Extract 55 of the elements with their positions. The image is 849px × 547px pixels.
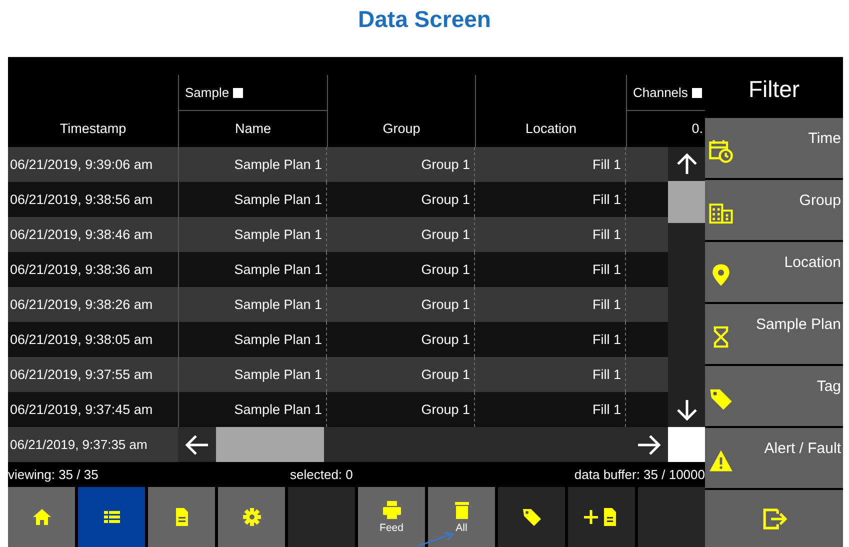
column-group-header: Sample [185,85,230,100]
expand-icon [233,88,244,98]
table-cell-text: 06/21/2019, 9:38:56 am [9,191,154,210]
left-arrow-icon[interactable] [184,434,210,456]
filter-button[interactable]: Tag [705,366,843,426]
table-cell-text: 06/21/2019, 9:39:06 am [9,156,154,174]
scrollbar-corner [668,427,705,462]
column-header: Timestamp [58,120,128,138]
page-title: Data Screen [357,5,492,34]
document-button[interactable] [148,487,215,547]
table-cell-text: 06/21/2019, 9:37:55 am [9,366,154,384]
column-header: Name [234,120,272,138]
expand-icon [692,88,702,98]
list-button[interactable] [78,487,145,547]
calendar-clock-icon [709,139,733,163]
vertical-scrollbar[interactable] [668,147,705,428]
down-arrow-icon[interactable] [674,398,698,422]
tag-icon [709,387,733,411]
filter-button[interactable]: Sample Plan [705,304,843,364]
table-cell-text: 06/21/2019, 9:37:45 am [9,401,154,420]
column-header: Group [382,120,422,138]
feed-button[interactable]: Feed [358,487,425,547]
filter-button[interactable]: Location [705,242,843,302]
table-cell-text: 06/21/2019, 9:38:36 am [9,261,154,280]
table-cell: 06/21/2019, 9:37:35 am [8,427,178,462]
delete-button[interactable]: All [428,487,495,547]
viewing-count: viewing: 35 / 35 [8,467,100,482]
right-arrow-icon[interactable] [636,434,662,456]
building-icon [709,201,733,225]
home-icon [32,507,52,528]
table-cell-text: 06/21/2019, 9:38:26 am [9,296,154,314]
selected-count: selected: 0 [290,467,354,482]
home-button[interactable] [8,487,75,547]
exit-button[interactable] [705,490,843,547]
horizontal-scrollbar[interactable] [178,427,705,462]
table-cell-text: 06/21/2019, 9:38:46 am [9,226,154,244]
up-arrow-icon[interactable] [674,152,698,176]
filter-button[interactable]: Time [705,118,843,178]
data-buffer-count: data buffer: 35 / 10000 [574,467,705,482]
warning-icon [709,449,733,473]
column-header: Location [524,120,578,138]
scrollbar-thumb[interactable] [216,427,324,462]
settings-button[interactable] [218,487,285,547]
tag-icon [522,507,542,528]
annotation-arrow [416,531,456,547]
column-group-header: Channels [633,85,688,100]
exit-icon [762,506,788,532]
filter-button[interactable]: Alert / Fault [705,428,843,488]
scrollbar-thumb[interactable] [668,181,705,224]
settings-icon [242,507,262,528]
column-header: 0. [690,120,704,138]
table-cell-text: 06/21/2019, 9:38:05 am [9,331,154,350]
filter-title: Filter [747,75,801,104]
filter-button[interactable]: Group [705,180,843,240]
printer-icon [382,500,402,520]
